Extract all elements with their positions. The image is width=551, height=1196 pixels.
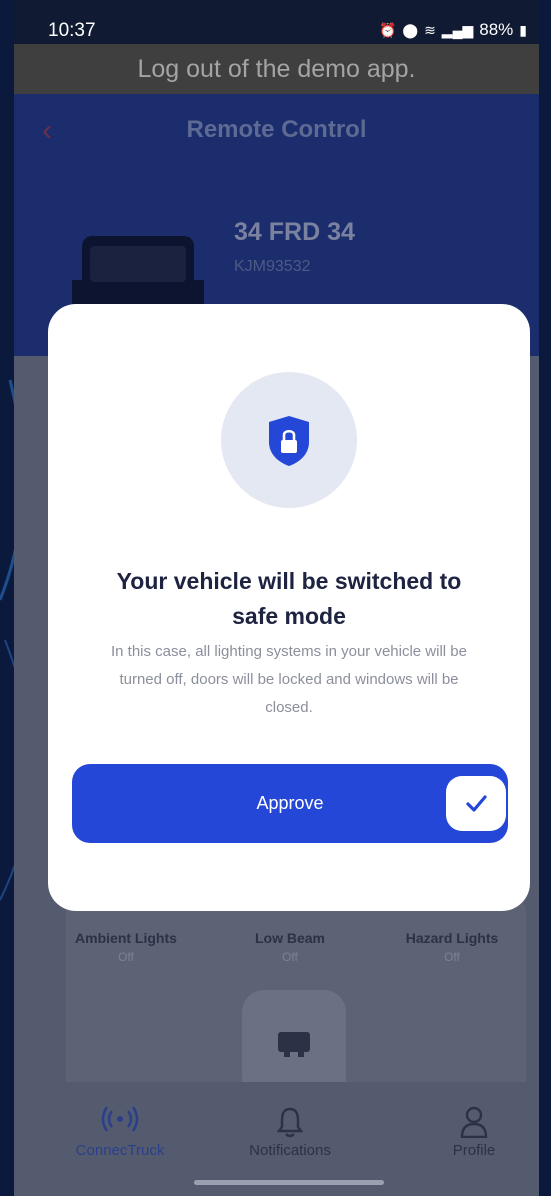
light-name: Hazard Lights [405, 930, 499, 946]
nav-connectruck[interactable]: ConnecTruck [50, 1082, 190, 1192]
logout-demo-banner[interactable]: Log out of the demo app. [14, 44, 539, 94]
alarm-icon: ⏰ [378, 21, 397, 38]
light-name: Low Beam [254, 930, 325, 946]
dialog-title-line: Your vehicle will be switched to [116, 568, 462, 594]
approve-slider-handle[interactable] [446, 776, 506, 831]
status-icons: ⏰ ⬤ ≋ ▂▄▆ 88% ▮ [379, 20, 527, 40]
nav-label: ConnecTruck [75, 1142, 165, 1159]
approve-slider-button[interactable]: Approve [72, 764, 508, 843]
bottom-navigation: ConnecTruck Notifications Profile [14, 1082, 539, 1196]
shield-lock-icon [269, 416, 309, 466]
page-title: Remote Control [186, 116, 367, 143]
check-icon [466, 795, 487, 812]
light-low-beam[interactable]: Low Beam Off [220, 930, 360, 964]
light-name: Ambient Lights [75, 930, 177, 946]
light-hazard[interactable]: Hazard Lights Off [382, 930, 522, 964]
shield-lock-icon-container [221, 372, 357, 508]
dialog-description-line: turned off, doors will be locked and win… [119, 671, 459, 688]
dialog-title-line: safe mode [232, 603, 346, 629]
vehicle-id: KJM93532 [234, 258, 311, 275]
nav-notifications[interactable]: Notifications [220, 1082, 360, 1192]
approve-label: Approve [256, 793, 324, 813]
wifi-icon: ≋ [424, 21, 436, 38]
status-bar: 10:37 ⏰ ⬤ ≋ ▂▄▆ 88% ▮ [14, 0, 539, 44]
dialog-description-line: closed. [265, 699, 313, 716]
broadcast-icon [101, 1106, 139, 1132]
dialog-description: In this case, all lighting systems in yo… [60, 638, 518, 722]
safe-mode-dialog: Your vehicle will be switched to safe mo… [48, 304, 530, 911]
nav-profile[interactable]: Profile [404, 1082, 539, 1192]
light-state: Off [282, 950, 298, 964]
dialog-title: Your vehicle will be switched to safe mo… [68, 564, 510, 634]
status-time: 10:37 [48, 20, 96, 41]
nav-label: Profile [452, 1142, 496, 1159]
bell-icon [277, 1107, 303, 1138]
dialog-description-line: In this case, all lighting systems in yo… [111, 643, 467, 660]
person-icon [460, 1106, 488, 1138]
light-state: Off [444, 950, 460, 964]
light-ambient[interactable]: Ambient Lights Off [56, 930, 196, 964]
truck-front-icon [278, 1032, 310, 1057]
signal-icon: ▂▄▆ [441, 21, 474, 38]
vehicle-plate: 34 FRD 34 [234, 218, 355, 246]
nav-label: Notifications [249, 1142, 331, 1159]
battery-level: 88% [479, 20, 514, 39]
light-state: Off [118, 950, 134, 964]
battery-icon: ▮ [519, 21, 527, 38]
home-indicator[interactable] [194, 1180, 384, 1185]
location-icon: ⬤ [402, 21, 419, 38]
phone-screen: 10:37 ⏰ ⬤ ≋ ▂▄▆ 88% ▮ Log out of the dem… [14, 0, 539, 1196]
